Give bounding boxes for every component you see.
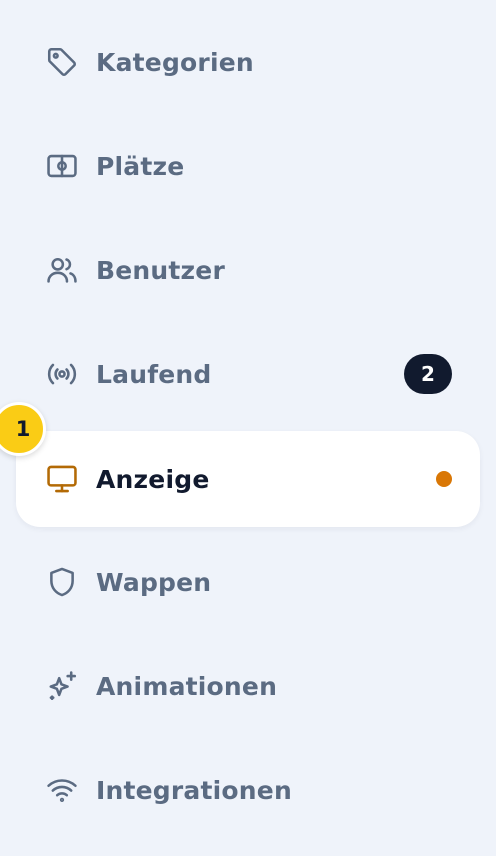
sidebar-item-plaetze[interactable]: Plätze	[16, 118, 480, 214]
pitch-icon	[44, 148, 80, 184]
status-dot	[436, 471, 452, 487]
tag-icon	[44, 44, 80, 80]
sidebar-item-label: Kategorien	[96, 47, 254, 77]
sidebar-item-anzeige[interactable]: Anzeige	[16, 431, 480, 527]
sidebar-item-label: Animationen	[96, 671, 278, 701]
sidebar-item-label: Benutzer	[96, 255, 225, 285]
sidebar: Kategorien Plätze Benutzer Laufend 2 Anz…	[0, 0, 496, 856]
sidebar-item-label: Anzeige	[96, 464, 210, 494]
shield-icon	[44, 564, 80, 600]
sidebar-item-label: Wappen	[96, 567, 212, 597]
sidebar-item-benutzer[interactable]: Benutzer	[16, 222, 480, 318]
monitor-icon	[44, 461, 80, 497]
wifi-icon	[44, 772, 80, 808]
sidebar-item-wappen[interactable]: Wappen	[16, 534, 480, 630]
sidebar-item-integrationen[interactable]: Integrationen	[16, 742, 480, 838]
sidebar-item-laufend[interactable]: Laufend 2	[16, 326, 480, 422]
sidebar-item-kategorien[interactable]: Kategorien	[16, 14, 480, 110]
sidebar-item-animationen[interactable]: Animationen	[16, 638, 480, 734]
live-count-badge: 2	[404, 354, 452, 394]
users-icon	[44, 252, 80, 288]
sidebar-item-label: Laufend	[96, 359, 212, 389]
sparkles-icon	[44, 668, 80, 704]
sidebar-item-label: Plätze	[96, 151, 185, 181]
broadcast-icon	[44, 356, 80, 392]
sidebar-item-label: Integrationen	[96, 775, 292, 805]
